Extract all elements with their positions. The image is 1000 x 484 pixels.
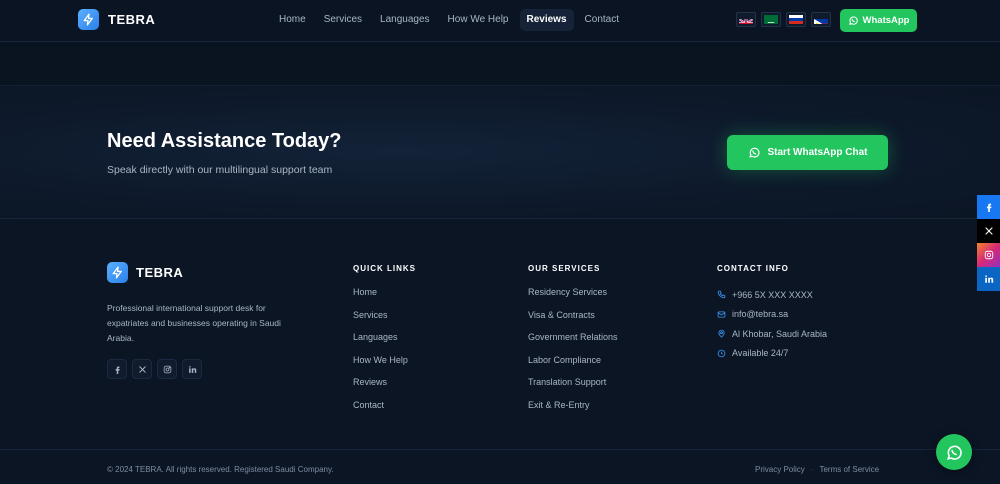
rail-x-icon[interactable] xyxy=(977,219,1000,243)
floating-whatsapp-button[interactable] xyxy=(936,434,972,470)
brand-name: TEBRA xyxy=(108,12,156,27)
philippines-flag[interactable] xyxy=(811,12,831,27)
quick-link-reviews[interactable]: Reviews xyxy=(353,377,408,400)
contact-email[interactable]: info@tebra.sa xyxy=(717,305,827,325)
footer-socials xyxy=(107,359,202,379)
legal-separator: · xyxy=(810,465,814,474)
side-social-rail xyxy=(977,195,1000,291)
whatsapp-nav-button[interactable]: WhatsApp xyxy=(840,9,917,32)
rail-instagram-icon[interactable] xyxy=(977,243,1000,267)
whatsapp-icon xyxy=(748,147,759,158)
facebook-icon[interactable] xyxy=(107,359,127,379)
nav-link-languages[interactable]: Languages xyxy=(373,9,437,31)
cta-title: Need Assistance Today? xyxy=(107,130,342,152)
main-nav: Home Services Languages How We Help Revi… xyxy=(272,9,626,31)
assistance-cta-section: Need Assistance Today? Speak directly wi… xyxy=(0,86,1000,219)
footer-brand[interactable]: TEBRA xyxy=(107,262,183,283)
privacy-policy-link[interactable]: Privacy Policy xyxy=(755,465,805,474)
top-navbar: TEBRA Home Services Languages How We Hel… xyxy=(0,0,1000,42)
saudi-flag[interactable] xyxy=(761,12,781,27)
nav-link-how-we-help[interactable]: How We Help xyxy=(441,9,516,31)
contact-phone[interactable]: +966 5X XXX XXXX xyxy=(717,285,827,305)
whatsapp-icon xyxy=(946,445,962,460)
legal-links: Privacy Policy · Terms of Service xyxy=(755,465,879,474)
footer-bottom-bar: © 2024 TEBRA. All rights reserved. Regis… xyxy=(0,449,1000,484)
quick-links-title: QUICK LINKS xyxy=(353,264,416,273)
whatsapp-icon xyxy=(848,16,858,25)
footer-brand-name: TEBRA xyxy=(136,265,184,280)
location-icon xyxy=(718,330,725,339)
x-icon[interactable] xyxy=(132,359,152,379)
start-whatsapp-chat-button[interactable]: Start WhatsApp Chat xyxy=(727,135,888,170)
rail-linkedin-icon[interactable] xyxy=(977,267,1000,291)
quick-link-languages[interactable]: Languages xyxy=(353,332,408,355)
phone-icon xyxy=(717,290,726,299)
service-link-translation[interactable]: Translation Support xyxy=(528,377,618,400)
quick-links-list: Home Services Languages How We Help Revi… xyxy=(353,287,408,422)
language-switcher xyxy=(736,12,831,27)
contact-info-list: +966 5X XXX XXXX info@tebra.sa Al Khobar… xyxy=(717,285,827,363)
uk-flag[interactable] xyxy=(736,12,756,27)
russia-flag[interactable] xyxy=(786,12,806,27)
service-link-government[interactable]: Government Relations xyxy=(528,332,618,355)
service-link-exit-reentry[interactable]: Exit & Re-Entry xyxy=(528,400,618,423)
service-link-residency[interactable]: Residency Services xyxy=(528,287,618,310)
clock-icon xyxy=(717,349,726,358)
brand-logo[interactable]: TEBRA xyxy=(78,9,155,30)
service-link-labor[interactable]: Labor Compliance xyxy=(528,355,618,378)
copyright-text: © 2024 TEBRA. All rights reserved. Regis… xyxy=(107,465,334,474)
terms-of-service-link[interactable]: Terms of Service xyxy=(819,465,879,474)
services-title: OUR SERVICES xyxy=(528,264,601,273)
services-list: Residency Services Visa & Contracts Gove… xyxy=(528,287,618,422)
linkedin-icon[interactable] xyxy=(182,359,202,379)
mail-icon xyxy=(717,311,726,318)
service-link-visa[interactable]: Visa & Contracts xyxy=(528,310,618,333)
bolt-icon xyxy=(78,9,99,30)
nav-link-contact[interactable]: Contact xyxy=(578,9,626,31)
contact-info-title: CONTACT INFO xyxy=(717,264,789,273)
whatsapp-nav-label: WhatsApp xyxy=(862,15,910,26)
cta-subtitle: Speak directly with our multilingual sup… xyxy=(107,164,333,176)
quick-link-services[interactable]: Services xyxy=(353,310,408,333)
rail-facebook-icon[interactable] xyxy=(977,195,1000,219)
contact-location: Al Khobar, Saudi Arabia xyxy=(717,324,827,344)
nav-link-services[interactable]: Services xyxy=(317,9,369,31)
footer-about-text: Professional international support desk … xyxy=(107,303,281,343)
quick-link-contact[interactable]: Contact xyxy=(353,400,408,423)
cta-button-label: Start WhatsApp Chat xyxy=(767,147,868,158)
quick-link-how-we-help[interactable]: How We Help xyxy=(353,355,408,378)
instagram-icon[interactable] xyxy=(157,359,177,379)
section-divider xyxy=(0,42,1000,86)
quick-link-home[interactable]: Home xyxy=(353,287,408,310)
contact-hours: Available 24/7 xyxy=(717,344,827,364)
nav-link-reviews[interactable]: Reviews xyxy=(519,9,574,31)
nav-link-home[interactable]: Home xyxy=(272,9,313,31)
bolt-icon xyxy=(107,262,128,283)
